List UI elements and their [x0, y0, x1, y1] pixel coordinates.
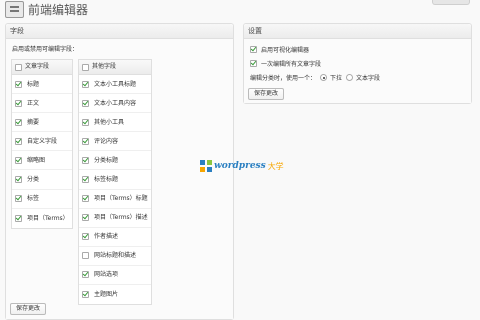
post-field-row[interactable]: 分类: [12, 170, 72, 190]
textfield-radio-label: 文本字段: [356, 75, 381, 82]
page-icon: [5, 1, 24, 18]
visual-editor-checkbox[interactable]: [250, 46, 257, 53]
other-field-checkbox[interactable]: [82, 99, 89, 107]
other-field-checkbox[interactable]: [82, 137, 89, 145]
other-field-row[interactable]: 网站标题和描述: [79, 247, 151, 266]
settings-save-button[interactable]: 保存更改: [248, 88, 284, 100]
dropdown-radio[interactable]: [320, 74, 328, 81]
other-field-row[interactable]: 分类标题: [79, 151, 151, 171]
other-field-label: 标签标题: [94, 176, 119, 184]
other-field-label: 网站标题和描述: [94, 252, 137, 260]
other-field-label: 评论内容: [94, 137, 119, 145]
other-field-label: 其他小工具: [94, 118, 125, 126]
watermark-suffix: 大学: [267, 161, 284, 171]
post-field-checkbox[interactable]: [15, 176, 22, 184]
other-field-label: 项目（Terms）标题: [94, 195, 148, 203]
post-field-checkbox[interactable]: [15, 195, 22, 203]
post-field-checkbox[interactable]: [15, 99, 22, 107]
other-field-label: 分类标题: [94, 156, 119, 164]
other-field-checkbox[interactable]: [82, 118, 89, 126]
other-field-checkbox[interactable]: [82, 80, 89, 88]
edit-all-fields-checkbox[interactable]: [250, 60, 257, 67]
post-field-row[interactable]: 缩略图: [12, 151, 72, 171]
other-field-checkbox[interactable]: [82, 214, 89, 222]
visual-editor-option[interactable]: 启用可视化编辑器: [250, 45, 309, 54]
textfield-radio[interactable]: [346, 74, 354, 81]
post-field-label: 分类: [27, 176, 40, 184]
post-field-row[interactable]: 自定义字段: [12, 132, 72, 152]
fields-save-button[interactable]: 保存更改: [10, 303, 46, 315]
settings-panel-title: 设置: [244, 24, 471, 39]
post-field-row[interactable]: 标签: [12, 190, 72, 209]
other-field-row[interactable]: 文本小工具标题: [79, 75, 151, 95]
taxonomy-mode-label: 编辑分类时，使用一个：: [250, 75, 317, 82]
other-fields-toggle-all-checkbox[interactable]: [82, 63, 89, 71]
other-field-label: 文本小工具标题: [94, 80, 137, 88]
other-field-label: 作者描述: [94, 233, 119, 241]
other-field-checkbox[interactable]: [82, 271, 89, 279]
post-field-label: 项目（Terms）: [27, 214, 69, 222]
fields-description: 启用或禁用可编辑字段：: [12, 46, 79, 53]
post-field-row[interactable]: 项目（Terms）: [12, 209, 72, 228]
post-fields-header[interactable]: 文章字段: [12, 60, 72, 75]
dropdown-radio-label: 下拉: [330, 75, 343, 82]
edit-all-fields-label: 一次编辑所有文章字段: [261, 61, 322, 68]
post-field-checkbox[interactable]: [15, 137, 22, 145]
post-field-row[interactable]: 摘要: [12, 113, 72, 133]
other-field-row[interactable]: 主题图片: [79, 285, 151, 304]
post-field-label: 摘要: [27, 118, 40, 126]
help-tab[interactable]: [432, 0, 470, 5]
other-fields-column: 其他字段 文本小工具标题 文本小工具内容 其他小工具评论内容分类标题标签标题项目（T…: [78, 59, 152, 306]
post-field-label: 正文: [27, 99, 40, 107]
other-field-checkbox[interactable]: [82, 252, 89, 260]
other-field-row[interactable]: 标签标题: [79, 170, 151, 190]
post-field-label: 标题: [27, 80, 40, 88]
watermark-text: wordpress: [214, 161, 266, 171]
other-field-row[interactable]: 网站选项: [79, 266, 151, 286]
other-field-checkbox[interactable]: [82, 233, 89, 241]
other-fields-header[interactable]: 其他字段: [79, 60, 151, 75]
post-field-row[interactable]: 正文: [12, 94, 72, 114]
post-field-label: 自定义字段: [27, 137, 58, 145]
fields-panel-title: 字段: [6, 24, 233, 39]
visual-editor-label: 启用可视化编辑器: [261, 47, 310, 54]
textfield-radio-option[interactable]: 文本字段: [346, 73, 380, 82]
other-field-row[interactable]: 项目（Terms）标题: [79, 190, 151, 209]
post-field-checkbox[interactable]: [15, 118, 22, 126]
other-field-row[interactable]: 评论内容: [79, 132, 151, 152]
post-fields-header-label: 文章字段: [25, 63, 50, 70]
other-field-label: 网站选项: [94, 271, 119, 279]
dropdown-radio-option[interactable]: 下拉: [320, 73, 342, 82]
post-field-row[interactable]: 标题: [12, 75, 72, 95]
other-field-row[interactable]: 项目（Terms）描述: [79, 209, 151, 228]
other-field-row[interactable]: 其他小工具: [79, 113, 151, 133]
other-field-label: 文本小工具内容: [94, 99, 137, 107]
settings-panel: 设置 启用可视化编辑器 一次编辑所有文章字段 编辑分类时，使用一个： 下拉 文本…: [243, 23, 472, 104]
watermark-logo-icon: [200, 160, 212, 172]
other-fields-header-label: 其他字段: [92, 63, 117, 70]
edit-all-fields-option[interactable]: 一次编辑所有文章字段: [250, 59, 321, 68]
post-fields-toggle-all-checkbox[interactable]: [15, 63, 22, 71]
other-field-checkbox[interactable]: [82, 195, 89, 203]
taxonomy-mode-row: 编辑分类时，使用一个： 下拉 文本字段: [250, 73, 380, 82]
post-field-label: 缩略图: [27, 156, 46, 164]
post-field-checkbox[interactable]: [15, 214, 22, 222]
post-fields-column: 文章字段 标题正文摘要自定义字段缩略图分类标签项目（Terms）: [11, 59, 73, 229]
other-field-checkbox[interactable]: [82, 156, 89, 164]
other-field-checkbox[interactable]: [82, 176, 89, 184]
other-field-label: 主题图片: [94, 291, 119, 299]
other-field-checkbox[interactable]: [82, 291, 89, 299]
post-field-checkbox[interactable]: [15, 156, 22, 164]
post-field-label: 标签: [27, 195, 40, 203]
other-field-label: 项目（Terms）描述: [94, 214, 148, 222]
other-field-row[interactable]: 作者描述: [79, 228, 151, 247]
watermark: wordpress 大学: [200, 160, 284, 172]
other-field-row[interactable]: 文本小工具内容: [79, 94, 151, 114]
post-field-checkbox[interactable]: [15, 80, 22, 88]
page-title: 前端编辑器: [28, 3, 89, 17]
